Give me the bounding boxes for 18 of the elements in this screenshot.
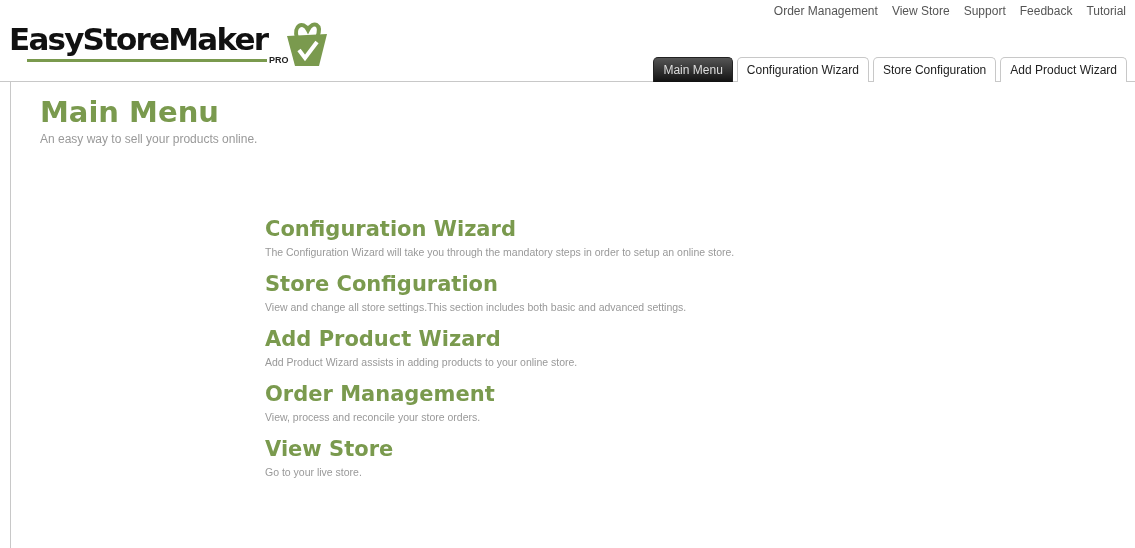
logo-text: EasyStoreMaker	[9, 22, 269, 56]
section-description: View and change all store settings.This section includes both basic and advanced settings.	[265, 301, 688, 313]
header-link[interactable]: Support	[963, 4, 1006, 18]
page-subtitle: An easy way to sell your products online.	[40, 132, 259, 146]
nav-tab[interactable]: Add Product Wizard	[1000, 57, 1127, 82]
nav-tab[interactable]: Store Configuration	[872, 57, 997, 82]
logo-edition: PRO	[269, 55, 289, 65]
page-title: Main Menu	[40, 94, 220, 130]
header-link[interactable]: View Store	[891, 4, 950, 18]
header-link[interactable]: Order Management	[773, 4, 878, 18]
nav-tab[interactable]: Main Menu	[653, 57, 733, 82]
nav-tab[interactable]: Configuration Wizard	[736, 57, 869, 82]
section-description: View, process and reconcile your store orders.	[265, 411, 482, 423]
header-link[interactable]: Feedback	[1019, 4, 1073, 18]
section-description: The Configuration Wizard will take you through the mandatory steps in order to setup an online store.	[265, 246, 736, 258]
section-description: Go to your live store.	[265, 466, 363, 478]
header-link[interactable]: Tutorial	[1086, 4, 1126, 18]
section-description: Add Product Wizard assists in adding products to your online store.	[265, 356, 579, 368]
